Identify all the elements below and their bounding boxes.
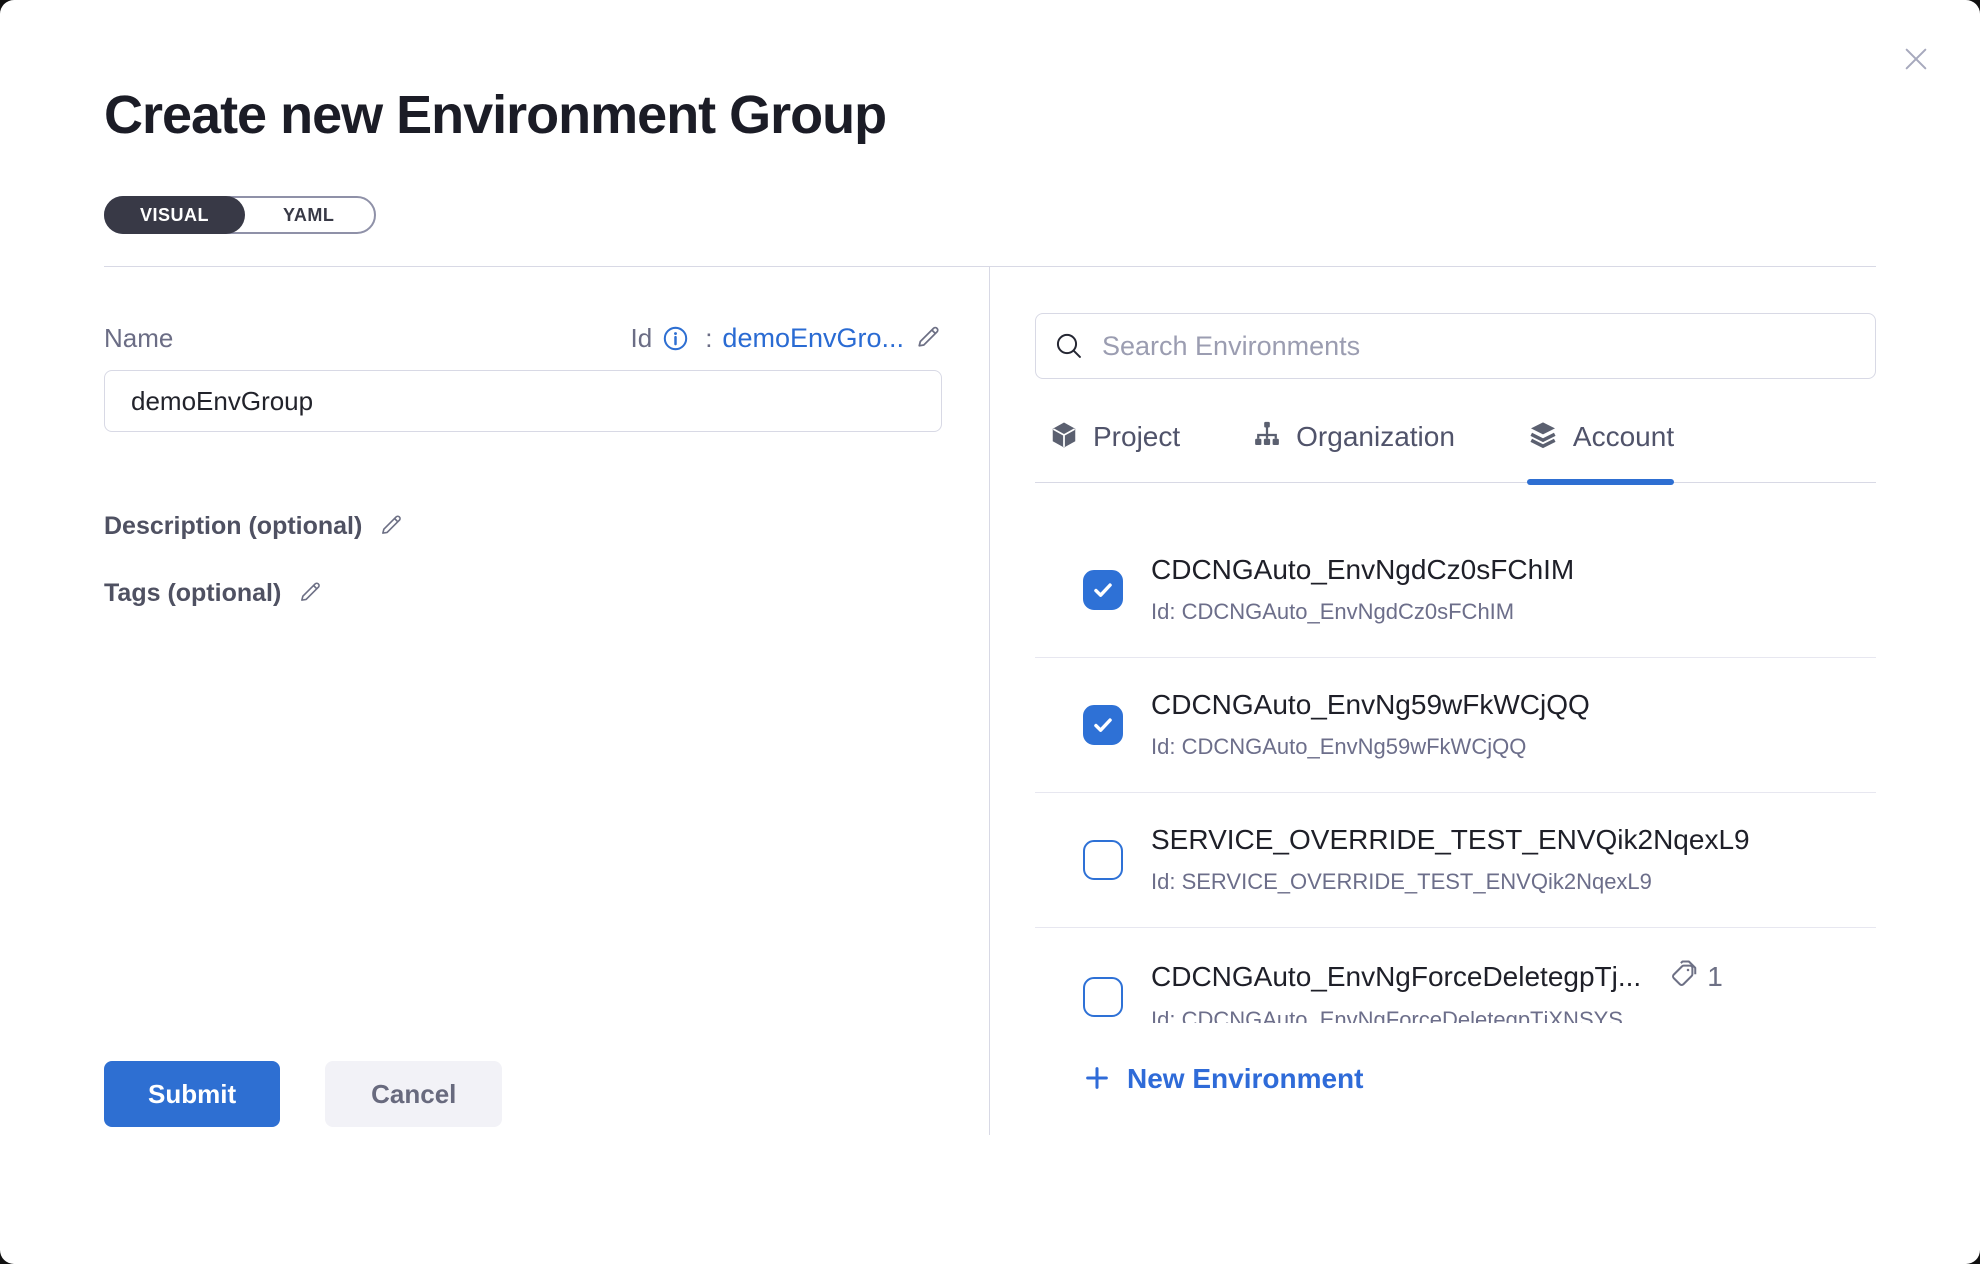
environment-panel: Project Organization Account: [989, 267, 1876, 1135]
sitemap-icon: [1252, 420, 1282, 453]
tab-project[interactable]: Project: [1049, 419, 1180, 482]
pencil-icon: [297, 579, 323, 608]
new-environment-label: New Environment: [1127, 1063, 1363, 1095]
environment-text: CDCNGAuto_EnvNgForceDeletegpTj... 1 Id: …: [1151, 959, 1723, 1023]
modal-header: Create new Environment Group VISUAL YAML: [0, 0, 1980, 234]
cancel-button[interactable]: Cancel: [325, 1061, 502, 1127]
environment-id: Id: SERVICE_OVERRIDE_TEST_ENVQik2NqexL9: [1151, 868, 1750, 896]
edit-description-button[interactable]: [378, 512, 404, 541]
visual-yaml-toggle: VISUAL YAML: [104, 196, 376, 234]
description-row: Description (optional): [104, 512, 989, 541]
toggle-visual[interactable]: VISUAL: [104, 196, 245, 234]
environment-checkbox[interactable]: [1083, 705, 1123, 745]
scope-tabs: Project Organization Account: [1035, 419, 1876, 483]
environment-list[interactable]: CDCNGAuto_EnvNgdCz0sFChIM Id: CDCNGAuto_…: [1035, 483, 1876, 1023]
tag-icon: [1669, 959, 1699, 994]
tag-badge: 1: [1669, 959, 1723, 994]
description-label: Description (optional): [104, 512, 362, 541]
environment-name: CDCNGAuto_EnvNg59wFkWCjQQ: [1151, 689, 1590, 721]
plus-icon: [1083, 1064, 1111, 1095]
create-environment-group-modal: Create new Environment Group VISUAL YAML…: [0, 0, 1980, 1264]
search-environments-input[interactable]: [1035, 313, 1876, 379]
environment-row[interactable]: CDCNGAuto_EnvNgForceDeletegpTj... 1 Id: …: [1035, 928, 1876, 1023]
name-label: Name: [104, 323, 173, 354]
name-input[interactable]: [104, 370, 942, 432]
pencil-icon: [378, 512, 404, 541]
environment-row[interactable]: CDCNGAuto_EnvNgdCz0sFChIM Id: CDCNGAuto_…: [1035, 523, 1876, 658]
tag-count: 1: [1707, 961, 1723, 993]
environment-text: CDCNGAuto_EnvNgdCz0sFChIM Id: CDCNGAuto_…: [1151, 554, 1574, 626]
environment-id: Id: CDCNGAuto_EnvNgdCz0sFChIM: [1151, 598, 1574, 626]
form-actions: Submit Cancel: [104, 1061, 989, 1135]
tags-row: Tags (optional): [104, 579, 989, 608]
environment-checkbox[interactable]: [1083, 977, 1123, 1017]
name-id-row: Name Id : demoEnvGro...: [104, 323, 942, 354]
edit-tags-button[interactable]: [297, 579, 323, 608]
environment-name: CDCNGAuto_EnvNgdCz0sFChIM: [1151, 554, 1574, 586]
environment-text: SERVICE_OVERRIDE_TEST_ENVQik2NqexL9 Id: …: [1151, 824, 1750, 896]
page-title: Create new Environment Group: [104, 84, 1876, 146]
search-icon: [1053, 330, 1085, 367]
tab-organization[interactable]: Organization: [1252, 419, 1455, 482]
environment-text: CDCNGAuto_EnvNg59wFkWCjQQ Id: CDCNGAuto_…: [1151, 689, 1590, 761]
tags-label: Tags (optional): [104, 579, 281, 608]
close-button[interactable]: [1896, 40, 1936, 80]
edit-id-button[interactable]: [914, 323, 942, 354]
environment-row[interactable]: SERVICE_OVERRIDE_TEST_ENVQik2NqexL9 Id: …: [1035, 793, 1876, 928]
environment-checkbox[interactable]: [1083, 570, 1123, 610]
id-group: Id : demoEnvGro...: [631, 323, 943, 354]
toggle-yaml[interactable]: YAML: [243, 196, 374, 234]
id-separator: :: [705, 323, 712, 354]
info-icon[interactable]: [662, 325, 689, 352]
form-panel: Name Id : demoEnvGro...: [104, 267, 989, 1135]
environment-row[interactable]: CDCNGAuto_EnvNg59wFkWCjQQ Id: CDCNGAuto_…: [1035, 658, 1876, 793]
environment-name: SERVICE_OVERRIDE_TEST_ENVQik2NqexL9: [1151, 824, 1750, 856]
modal-content: Name Id : demoEnvGro...: [0, 267, 1980, 1135]
id-value-link[interactable]: demoEnvGro...: [722, 323, 904, 354]
environment-checkbox[interactable]: [1083, 840, 1123, 880]
tab-label: Organization: [1296, 421, 1455, 453]
submit-button[interactable]: Submit: [104, 1061, 280, 1127]
layers-icon: [1527, 419, 1559, 454]
search-box: [1035, 313, 1876, 379]
id-label: Id: [631, 323, 653, 354]
close-icon: [1900, 43, 1932, 78]
environment-id: Id: CDCNGAuto_EnvNgForceDeletegpTjXNSYS: [1151, 1006, 1723, 1023]
check-icon: [1090, 712, 1116, 738]
cube-icon: [1049, 420, 1079, 453]
tab-account[interactable]: Account: [1527, 419, 1674, 482]
tab-label: Project: [1093, 421, 1180, 453]
environment-name: CDCNGAuto_EnvNgForceDeletegpTj...: [1151, 961, 1641, 993]
environment-id: Id: CDCNGAuto_EnvNg59wFkWCjQQ: [1151, 733, 1590, 761]
check-icon: [1090, 577, 1116, 603]
pencil-icon: [914, 323, 942, 354]
tab-label: Account: [1573, 421, 1674, 453]
new-environment-button[interactable]: New Environment: [1035, 1063, 1363, 1095]
